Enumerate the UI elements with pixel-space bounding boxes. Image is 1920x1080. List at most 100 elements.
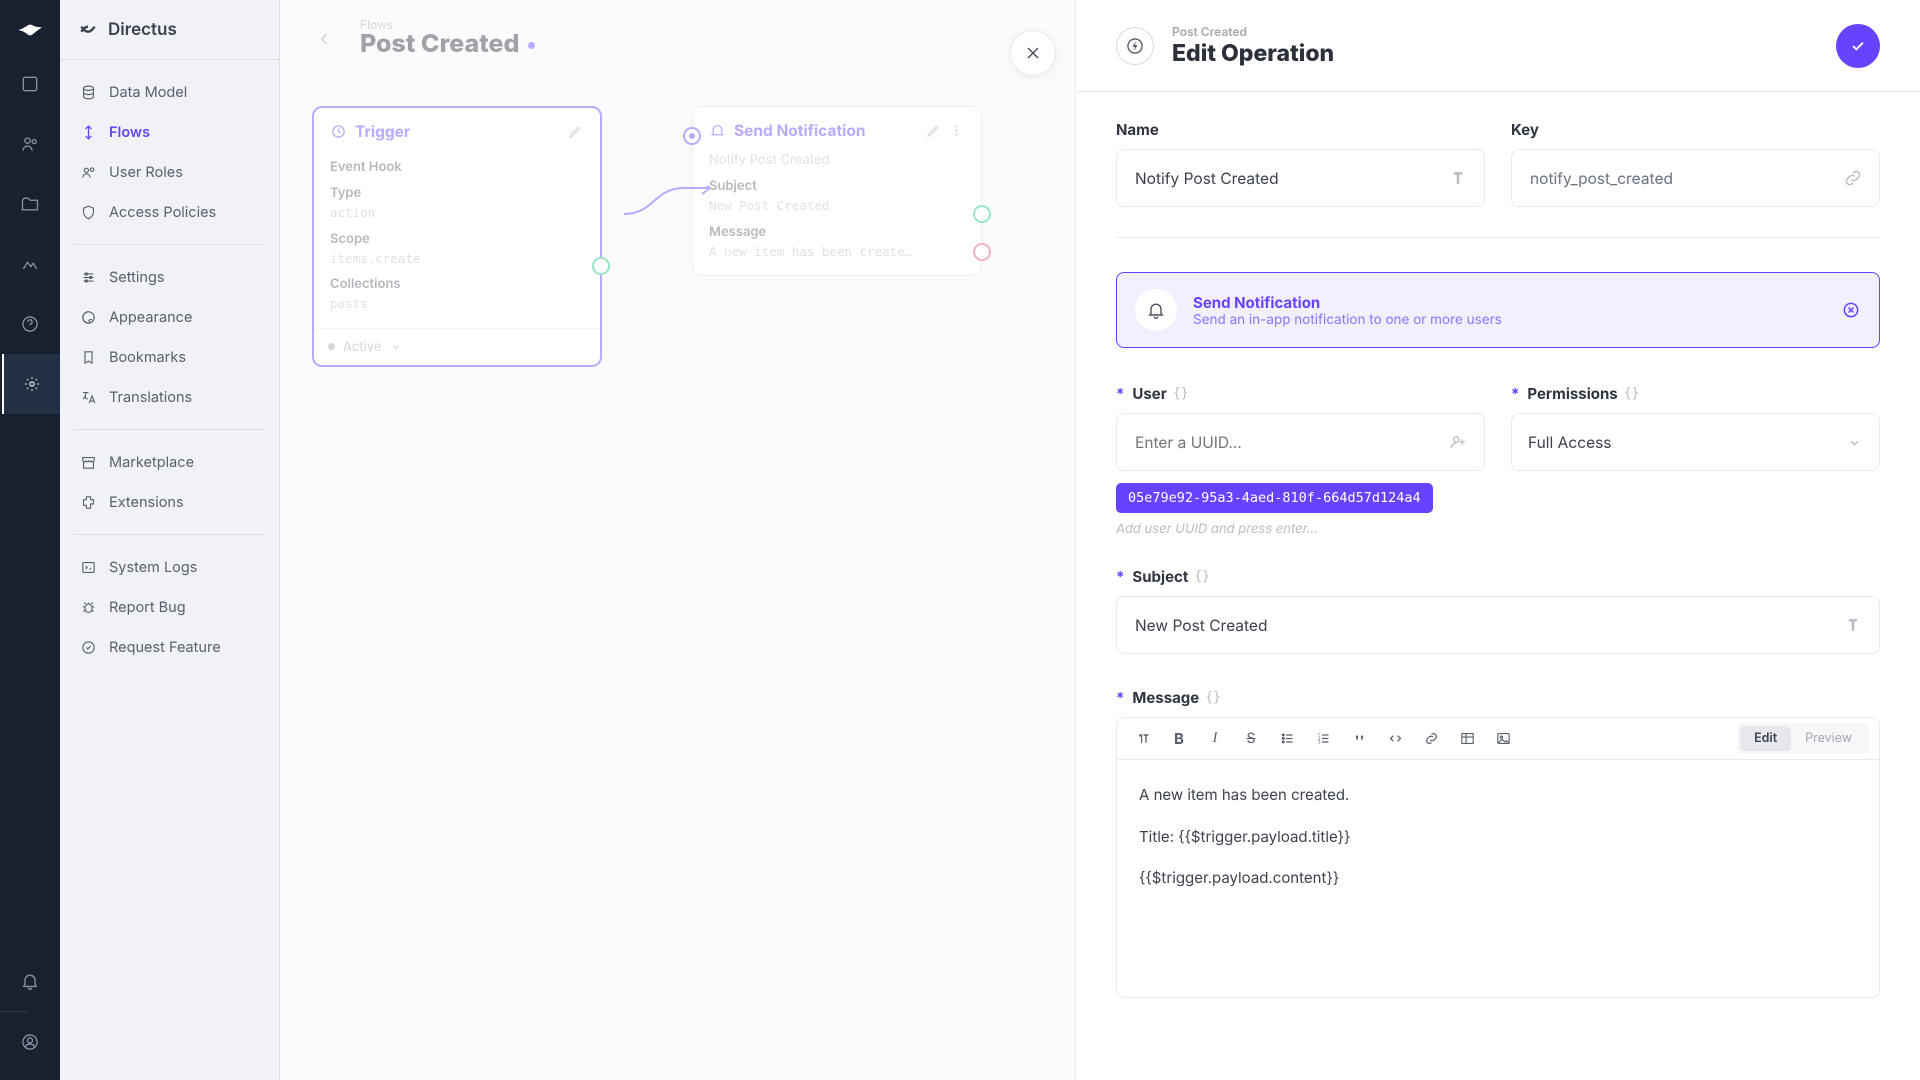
tb-image[interactable]	[1487, 723, 1519, 755]
link-icon[interactable]	[1843, 168, 1863, 188]
svg-text:3: 3	[1317, 739, 1320, 745]
nav-notifications[interactable]	[0, 957, 60, 1005]
sidebar-item-request-feature[interactable]: Request Feature	[70, 629, 269, 665]
subject-input-field[interactable]	[1133, 615, 1843, 636]
done-button[interactable]	[1836, 24, 1880, 68]
tb-heading[interactable]	[1127, 723, 1159, 755]
sidebar-label: Bookmarks	[109, 349, 186, 366]
sidebar-item-access-policies[interactable]: Access Policies	[70, 194, 269, 230]
sidebar-label: Extensions	[109, 494, 184, 511]
clear-operation-button[interactable]	[1841, 300, 1861, 320]
nav-help[interactable]	[0, 294, 60, 354]
subject-input[interactable]	[1116, 596, 1880, 654]
permissions-label: Permissions	[1527, 384, 1617, 403]
message-editor: B I S 123 Edit Preview	[1116, 717, 1880, 998]
panel-title: Edit Operation	[1172, 39, 1334, 67]
user-chip[interactable]: 05e79e92-95a3-4aed-810f-664d57d124a4	[1116, 483, 1433, 513]
close-panel-button[interactable]	[1010, 30, 1056, 76]
sidebar-label: System Logs	[109, 559, 197, 576]
user-input-field[interactable]	[1133, 432, 1448, 453]
editor-toolbar: B I S 123 Edit Preview	[1117, 718, 1879, 760]
key-label: Key	[1511, 120, 1880, 139]
sidebar-item-appearance[interactable]: Appearance	[70, 299, 269, 335]
message-line: A new item has been created.	[1139, 782, 1857, 808]
subject-label: Subject	[1132, 567, 1188, 586]
brand-logo	[14, 14, 46, 46]
sidebar-label: Request Feature	[109, 639, 221, 656]
sidebar-item-report-bug[interactable]: Report Bug	[70, 589, 269, 625]
sidebar-label: Access Policies	[109, 204, 216, 221]
sidebar-label: Report Bug	[109, 599, 186, 616]
pick-user-icon[interactable]	[1448, 432, 1468, 452]
editor-view-segment: Edit Preview	[1737, 723, 1869, 754]
sidebar-item-flows[interactable]: Flows	[70, 114, 269, 150]
name-label: Name	[1116, 120, 1485, 139]
key-input-field[interactable]	[1528, 168, 1843, 189]
sidebar-label: Appearance	[109, 309, 192, 326]
name-input-field[interactable]	[1133, 168, 1448, 189]
operation-type-banner: Send Notification Send an in-app notific…	[1116, 272, 1880, 348]
user-label: User	[1132, 384, 1166, 403]
message-line: Title: {{$trigger.payload.title}}	[1139, 824, 1857, 850]
nav-account[interactable]	[0, 1018, 60, 1066]
user-hint: Add user UUID and press enter...	[1116, 521, 1485, 537]
sidebar-label: Marketplace	[109, 454, 194, 471]
nav-rail	[0, 0, 60, 1080]
bolt-icon	[1116, 27, 1154, 65]
message-label: Message	[1132, 688, 1199, 707]
raw-toggle[interactable]: {}	[1194, 569, 1210, 584]
permissions-value: Full Access	[1528, 433, 1611, 452]
settings-sidebar: Directus Data Model Flows User Roles Acc…	[60, 0, 280, 1080]
tb-italic[interactable]: I	[1199, 723, 1231, 755]
editor-preview-tab[interactable]: Preview	[1791, 726, 1866, 751]
sidebar-item-data-model[interactable]: Data Model	[70, 74, 269, 110]
name-input[interactable]	[1116, 149, 1485, 207]
sidebar-header: Directus	[60, 0, 279, 60]
sidebar-item-extensions[interactable]: Extensions	[70, 484, 269, 520]
panel-crumb: Post Created	[1172, 24, 1334, 39]
tb-bullet-list[interactable]	[1271, 723, 1303, 755]
message-line: {{$trigger.payload.content}}	[1139, 865, 1857, 891]
text-format-icon[interactable]	[1448, 168, 1468, 188]
banner-subtitle: Send an in-app notification to one or mo…	[1193, 312, 1502, 328]
tb-ordered-list[interactable]: 123	[1307, 723, 1339, 755]
tb-quote[interactable]	[1343, 723, 1375, 755]
sidebar-label: Flows	[109, 124, 150, 141]
raw-toggle[interactable]: {}	[1624, 386, 1640, 401]
canvas-dim-overlay	[280, 0, 1075, 1080]
sidebar-label: Settings	[109, 269, 165, 286]
sidebar-label: Translations	[109, 389, 192, 406]
tb-strike[interactable]: S	[1235, 723, 1267, 755]
sidebar-label: Data Model	[109, 84, 187, 101]
sidebar-item-system-logs[interactable]: System Logs	[70, 549, 269, 585]
sidebar-item-bookmarks[interactable]: Bookmarks	[70, 339, 269, 375]
edit-operation-panel: Post Created Edit Operation Name Key	[1075, 0, 1920, 1080]
raw-toggle[interactable]: {}	[1205, 690, 1221, 705]
bell-icon	[1135, 289, 1177, 331]
editor-edit-tab[interactable]: Edit	[1740, 726, 1791, 751]
sidebar-item-translations[interactable]: Translations	[70, 379, 269, 415]
raw-toggle[interactable]: {}	[1173, 386, 1189, 401]
banner-title: Send Notification	[1193, 293, 1502, 312]
sidebar-label: User Roles	[109, 164, 183, 181]
chevron-down-icon	[1846, 434, 1863, 451]
editor-textarea[interactable]: A new item has been created. Title: {{$t…	[1117, 760, 1879, 997]
permissions-select[interactable]: Full Access	[1511, 413, 1880, 471]
nav-users[interactable]	[0, 114, 60, 174]
nav-settings[interactable]	[2, 354, 60, 414]
user-input[interactable]	[1116, 413, 1485, 471]
brand-name: Directus	[108, 20, 177, 40]
key-input[interactable]	[1511, 149, 1880, 207]
tb-code[interactable]	[1379, 723, 1411, 755]
tb-link[interactable]	[1415, 723, 1447, 755]
tb-bold[interactable]: B	[1163, 723, 1195, 755]
sidebar-item-user-roles[interactable]: User Roles	[70, 154, 269, 190]
tb-table[interactable]	[1451, 723, 1483, 755]
nav-files[interactable]	[0, 174, 60, 234]
text-format-icon[interactable]	[1843, 615, 1863, 635]
nav-content[interactable]	[0, 54, 60, 114]
sidebar-item-marketplace[interactable]: Marketplace	[70, 444, 269, 480]
nav-insights[interactable]	[0, 234, 60, 294]
flow-canvas: Flows Post Created Trigger Event Hook Ty…	[280, 0, 1075, 1080]
sidebar-item-settings[interactable]: Settings	[70, 259, 269, 295]
